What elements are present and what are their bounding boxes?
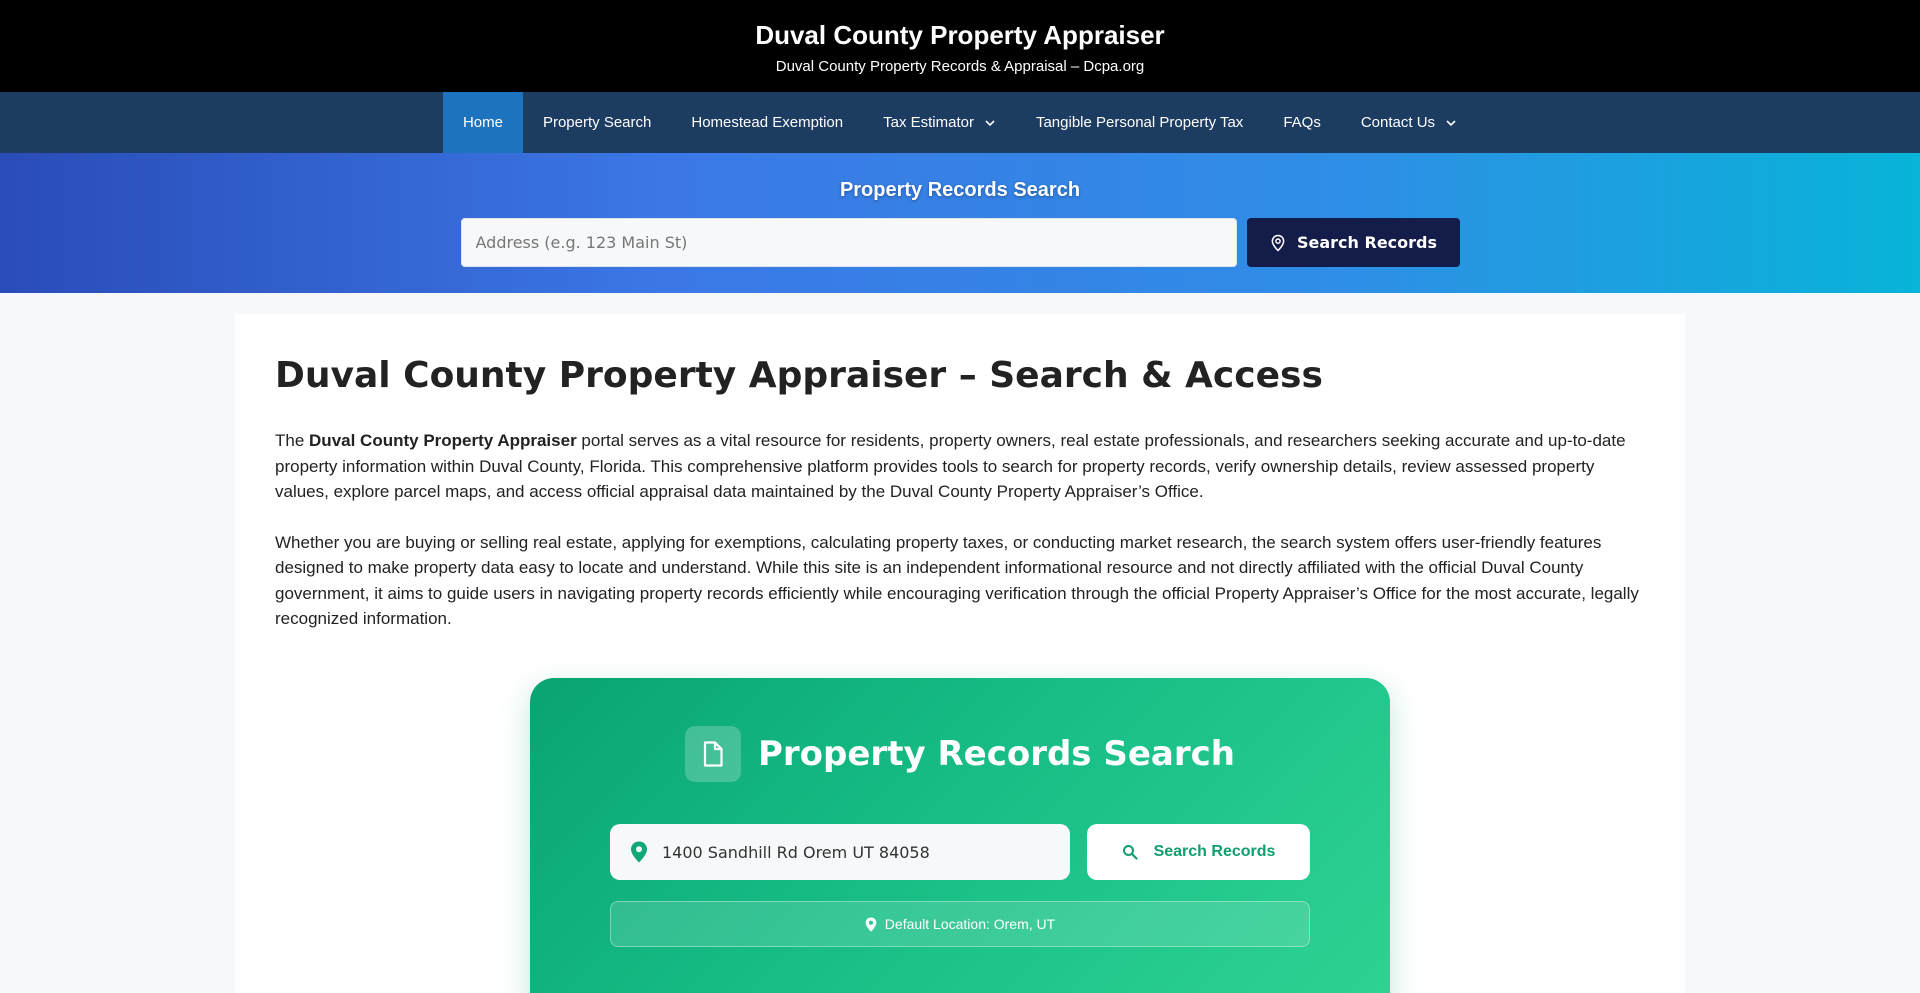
search-icon [1122, 845, 1138, 860]
secondary-paragraph: Whether you are buying or selling real e… [275, 532, 1639, 629]
hero-title: Property Records Search [839, 179, 1081, 201]
map-pin-icon [1271, 234, 1285, 252]
card-header: Property Records Search [530, 726, 1390, 782]
nav-item-property-search[interactable]: Property Search [523, 92, 671, 153]
hero-search: Property Records Search Search Records [0, 153, 1920, 293]
location-pin-icon [865, 917, 877, 931]
nav-label: Tax Estimator [883, 114, 974, 131]
default-location-text: Default Location: Orem, UT [884, 916, 1056, 932]
nav-label: Contact Us [1360, 114, 1436, 131]
nav-item-home[interactable]: Home [442, 92, 523, 153]
card-search-form: Search Records [530, 824, 1390, 880]
intro-paragraph: The Duval County Property Appraiser port… [275, 428, 1645, 505]
location-pin-icon [631, 841, 647, 863]
text-span: The [275, 431, 310, 450]
address-search-input[interactable] [460, 218, 1237, 267]
card-address-input[interactable] [662, 842, 1052, 862]
card-button-label: Search Records [1153, 843, 1276, 860]
card-search-records-button[interactable]: Search Records [1087, 824, 1310, 880]
nav-label: FAQs [1283, 114, 1321, 131]
nav-item-contact-us[interactable]: Contact Us [1341, 92, 1477, 153]
site-title[interactable]: Duval County Property Appraiser [0, 20, 1920, 50]
nav-item-homestead-exemption[interactable]: Homestead Exemption [671, 92, 863, 153]
property-search-card: Property Records Search Search Records D… [530, 678, 1390, 993]
chevron-down-icon [985, 119, 995, 126]
nav-item-tax-estimator[interactable]: Tax Estimator [863, 92, 1016, 153]
default-location-note: Default Location: Orem, UT [610, 901, 1310, 947]
main-content: Duval County Property Appraiser – Search… [235, 314, 1685, 993]
document-icon [684, 726, 741, 782]
search-button-label: Search Records [1296, 233, 1438, 252]
nav-item-faqs[interactable]: FAQs [1263, 92, 1341, 153]
nav-list: Home Property Search Homestead Exemption… [442, 92, 1477, 153]
bold-text: Duval County Property Appraiser [309, 431, 577, 450]
chevron-down-icon [1446, 119, 1456, 126]
search-records-button[interactable]: Search Records [1246, 218, 1460, 267]
site-header: Duval County Property Appraiser Duval Co… [0, 0, 1920, 92]
main-nav: Home Property Search Homestead Exemption… [0, 92, 1920, 153]
hero-search-form: Search Records [0, 218, 1920, 267]
card-title: Property Records Search [757, 734, 1235, 774]
nav-label: Tangible Personal Property Tax [1035, 114, 1244, 131]
site-description: Duval County Property Records & Appraisa… [775, 58, 1145, 75]
page-title: Duval County Property Appraiser – Search… [275, 355, 1323, 396]
nav-label: Home [462, 114, 503, 131]
nav-item-tangible-property-tax[interactable]: Tangible Personal Property Tax [1016, 92, 1263, 153]
nav-label: Homestead Exemption [691, 114, 844, 131]
card-address-field[interactable] [610, 824, 1070, 880]
nav-label: Property Search [542, 114, 652, 131]
